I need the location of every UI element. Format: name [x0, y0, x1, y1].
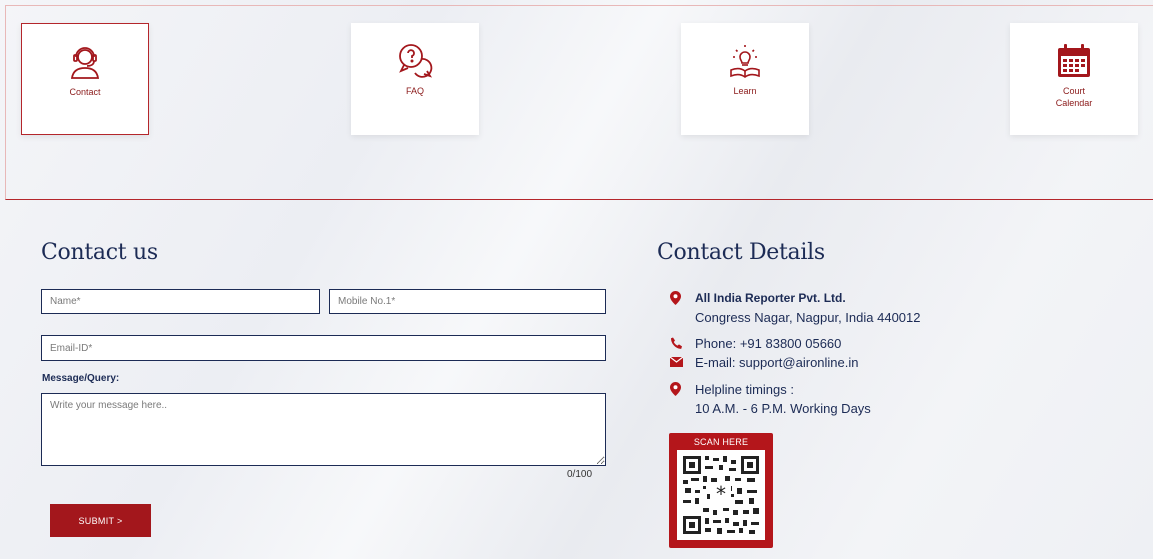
tile-court-calendar-label: Court Calendar: [1055, 86, 1093, 108]
location-pin-icon: [670, 290, 688, 306]
helpline-row: Helpline timings : 10 A.M. - 6 P.M. Work…: [670, 380, 871, 418]
message-textarea[interactable]: [41, 393, 606, 466]
lightbulb-book-icon: [730, 45, 760, 78]
headset-icon: [70, 47, 100, 79]
phone-row: Phone: +91 83800 05660: [670, 334, 841, 353]
calendar-icon: [1058, 44, 1090, 77]
envelope-icon: [670, 354, 688, 370]
qr-code-card: SCAN HERE *: [669, 433, 773, 548]
tile-learn[interactable]: Learn: [681, 23, 809, 135]
submit-button[interactable]: SUBMIT >: [50, 504, 151, 537]
location-pin-icon: [670, 381, 688, 397]
helpline-label: Helpline timings :: [695, 382, 794, 397]
phone-number[interactable]: Phone: +91 83800 05660: [695, 334, 841, 353]
tile-faq[interactable]: FAQ: [351, 23, 479, 135]
tile-contact[interactable]: Contact: [21, 23, 149, 135]
faq-bubbles-icon: [399, 44, 433, 78]
svg-text:*: *: [716, 482, 726, 506]
tile-court-calendar[interactable]: Court Calendar: [1010, 23, 1138, 135]
contact-us-title: Contact us: [41, 240, 158, 265]
contact-details-title: Contact Details: [657, 240, 825, 265]
qr-scan-label: SCAN HERE: [693, 437, 749, 447]
message-label: Message/Query:: [42, 373, 120, 384]
helpline-hours: 10 A.M. - 6 P.M. Working Days: [695, 401, 871, 416]
name-field[interactable]: [41, 289, 320, 314]
company-row: All India Reporter Pvt. Ltd. Congress Na…: [670, 289, 921, 327]
tile-faq-label: FAQ: [405, 86, 424, 96]
company-address: Congress Nagar, Nagpur, India 440012: [695, 310, 921, 325]
email-address[interactable]: E-mail: support@aironline.in: [695, 353, 859, 372]
qr-code-image: *: [677, 450, 765, 540]
tile-contact-label: Contact: [69, 87, 101, 97]
company-name: All India Reporter Pvt. Ltd.: [695, 291, 846, 305]
tile-learn-label: Learn: [733, 86, 757, 96]
quick-links-band: [5, 5, 1153, 200]
mobile-field[interactable]: [329, 289, 606, 314]
email-field[interactable]: [41, 335, 606, 361]
character-counter: 0/100: [567, 469, 593, 480]
phone-icon: [670, 335, 688, 351]
email-row: E-mail: support@aironline.in: [670, 353, 859, 372]
